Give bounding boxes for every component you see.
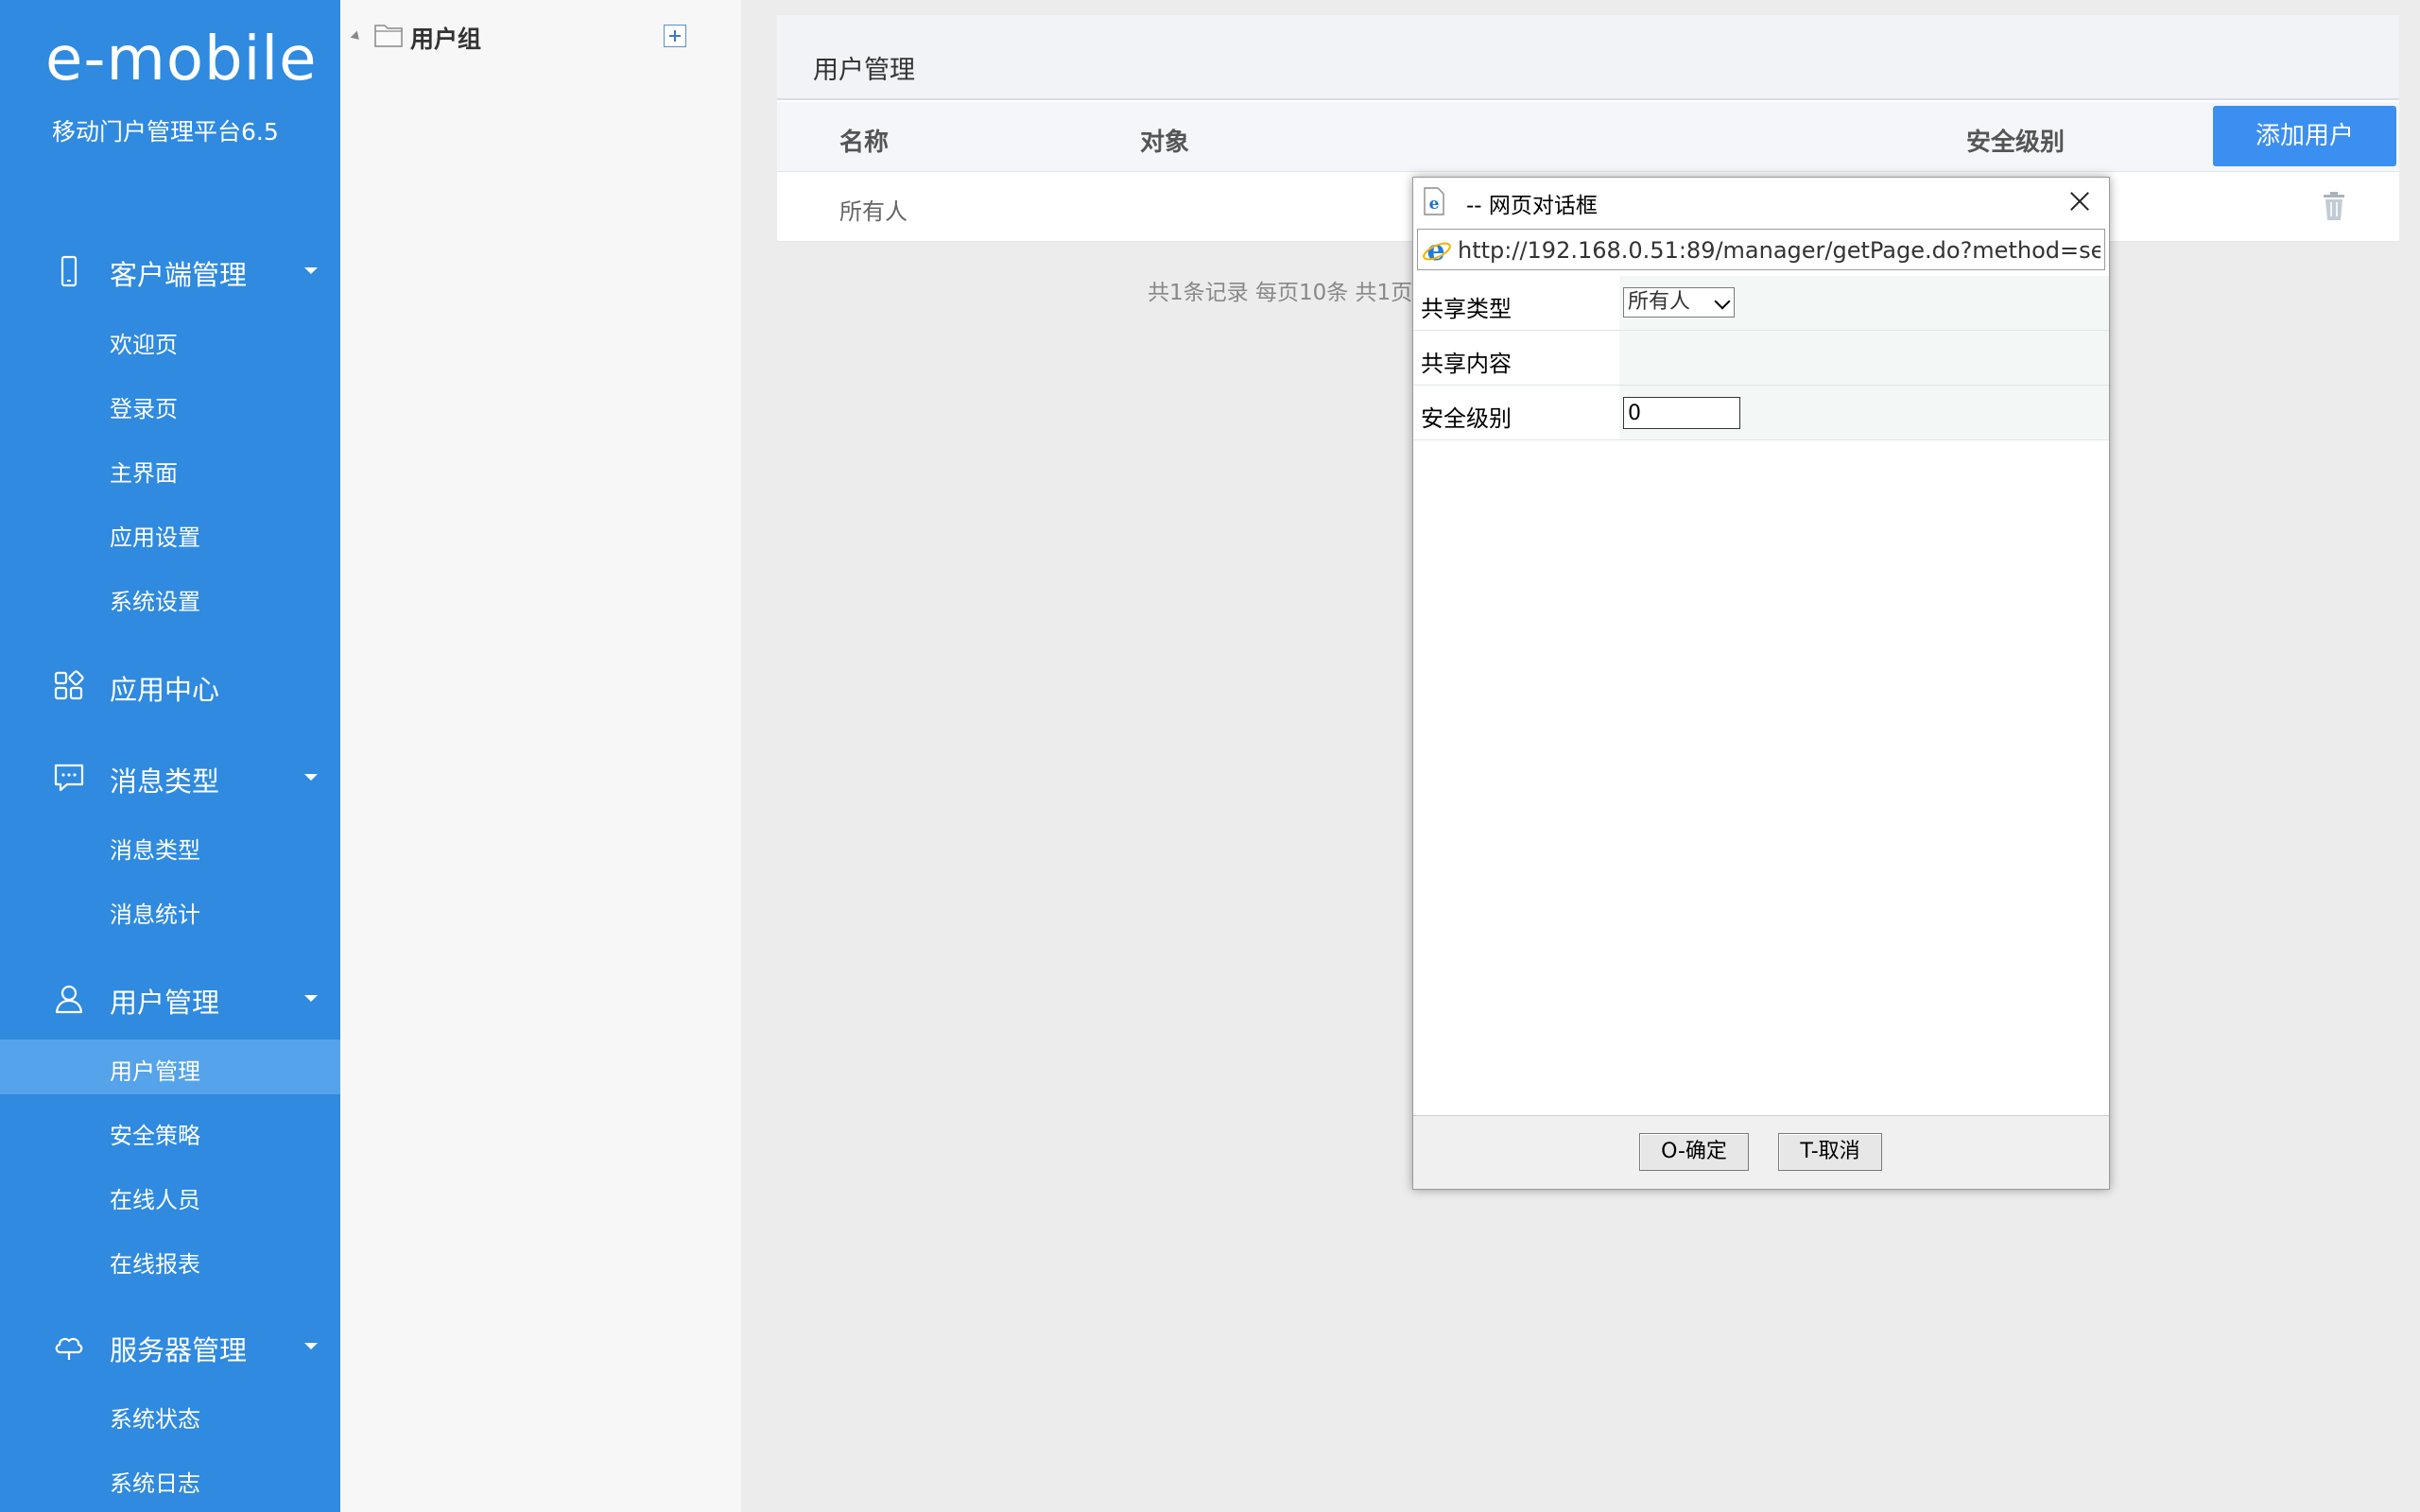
page-title: 用户管理	[813, 56, 915, 85]
nav-item-label: 用户管理	[110, 1058, 200, 1085]
nav-item-main-page[interactable]: 主界面	[0, 441, 340, 496]
dialog-footer: O-确定 T-取消	[1413, 1115, 2109, 1189]
nav-item-app-settings[interactable]: 应用设置	[0, 506, 340, 560]
chevron-down-icon	[304, 267, 318, 274]
share-type-label: 共享类型	[1421, 296, 1512, 322]
nav-item-online-report[interactable]: 在线报表	[0, 1232, 340, 1287]
add-user-button[interactable]: 添加用户	[2213, 106, 2396, 166]
share-type-cell: 所有人	[1619, 276, 2109, 330]
card-header: 用户管理	[777, 15, 2399, 100]
nav-item-user-management[interactable]: 用户管理	[0, 1040, 340, 1094]
app-logo: e-mobile	[45, 25, 318, 94]
dialog-titlebar[interactable]: e -- 网页对话框	[1413, 178, 2109, 225]
apps-grid-icon	[54, 670, 84, 700]
pagination-info: 共1条记录 每页10条 共1页	[1148, 281, 1413, 305]
form-row-share-content: 共享内容	[1413, 331, 2109, 386]
nav-item-security-policy[interactable]: 安全策略	[0, 1104, 340, 1159]
ok-button[interactable]: O-确定	[1639, 1133, 1749, 1171]
nav-item-label: 系统状态	[110, 1406, 200, 1433]
nav-item-welcome-page[interactable]: 欢迎页	[0, 313, 340, 368]
nav-group-label: 应用中心	[110, 674, 220, 706]
nav-item-label: 主界面	[110, 460, 178, 487]
nav-item-message-types[interactable]: 消息类型	[0, 818, 340, 873]
share-content-label: 共享内容	[1421, 351, 1512, 377]
user-group-tree: 用户组	[340, 0, 741, 1512]
nav-item-label: 应用设置	[110, 524, 200, 551]
dialog-url: http://192.168.0.51:89/manager/getPage.d…	[1458, 237, 2100, 264]
nav-item-label: 在线报表	[110, 1251, 200, 1278]
nav-group-label: 服务器管理	[110, 1334, 248, 1366]
nav-item-label: 安全策略	[110, 1123, 200, 1149]
nav-group-user-management[interactable]: 用户管理	[0, 966, 340, 1032]
close-icon[interactable]	[2066, 187, 2094, 215]
tree-node-label: 用户组	[410, 26, 482, 53]
nav-item-online-users[interactable]: 在线人员	[0, 1168, 340, 1223]
app-subtitle: 移动门户管理平台6.5	[52, 118, 279, 146]
nav-item-system-settings[interactable]: 系统设置	[0, 570, 340, 625]
add-group-button[interactable]	[664, 25, 686, 47]
nav-item-label: 消息类型	[110, 837, 200, 864]
form-row-security-level: 安全级别	[1413, 386, 2109, 440]
nav-item-label: 欢迎页	[110, 332, 178, 358]
nav-item-label: 消息统计	[110, 902, 200, 928]
ie-logo-icon: e	[1423, 235, 1451, 266]
sidebar: e-mobile 移动门户管理平台6.5 客户端管理 欢迎页 登录页 主界面 应…	[0, 0, 340, 1512]
nav-item-label: 系统日志	[110, 1470, 200, 1497]
svg-text:e: e	[1426, 235, 1444, 266]
trash-icon[interactable]	[2322, 191, 2346, 221]
table-header: 名称 对象 安全级别	[777, 102, 2399, 172]
nav-group-app-center[interactable]: 应用中心	[0, 653, 340, 719]
nav-item-label: 系统设置	[110, 589, 200, 615]
nav-group-label: 用户管理	[110, 987, 220, 1019]
tree-expand-icon[interactable]	[350, 30, 363, 43]
mobile-phone-icon	[60, 255, 78, 287]
svg-text:e: e	[1429, 195, 1440, 214]
security-level-cell	[1619, 386, 2109, 439]
dialog-title: -- 网页对话框	[1466, 194, 1598, 218]
form-row-share-type: 共享类型 所有人	[1413, 276, 2109, 331]
chevron-down-icon	[304, 1343, 318, 1349]
column-header-security-level: 安全级别	[1966, 129, 2066, 157]
cell-name: 所有人	[839, 198, 908, 225]
security-level-label: 安全级别	[1421, 405, 1512, 432]
chevron-down-icon	[304, 774, 318, 781]
nav-item-label: 在线人员	[110, 1187, 200, 1213]
nav-item-system-status[interactable]: 系统状态	[0, 1387, 340, 1442]
share-type-selected: 所有人	[1628, 290, 1691, 314]
ie-page-icon: e	[1424, 187, 1444, 215]
share-type-select[interactable]: 所有人	[1623, 287, 1735, 318]
tree-node-user-group[interactable]: 用户组	[340, 17, 741, 59]
cancel-button[interactable]: T-取消	[1778, 1133, 1882, 1171]
nav-item-login-page[interactable]: 登录页	[0, 377, 340, 432]
nav-group-label: 客户端管理	[110, 259, 248, 291]
share-content-cell	[1619, 331, 2109, 385]
column-header-name: 名称	[839, 129, 890, 157]
nav-group-client-management[interactable]: 客户端管理	[0, 238, 340, 304]
nav-item-system-log[interactable]: 系统日志	[0, 1452, 340, 1506]
security-level-input[interactable]	[1623, 397, 1740, 429]
nav-group-label: 消息类型	[110, 765, 220, 798]
nav-group-message-types[interactable]: 消息类型	[0, 745, 340, 811]
folder-icon	[374, 25, 403, 47]
nav-item-label: 登录页	[110, 396, 178, 422]
user-icon	[55, 985, 83, 1014]
web-page-dialog: e -- 网页对话框 e http://192.168.0.51:89/mana…	[1412, 177, 2110, 1190]
dialog-address-bar: e http://192.168.0.51:89/manager/getPage…	[1417, 229, 2105, 270]
cloud-icon	[55, 1337, 83, 1360]
column-header-object: 对象	[1140, 129, 1190, 157]
chevron-down-icon	[1714, 293, 1731, 310]
nav-group-server-management[interactable]: 服务器管理	[0, 1314, 340, 1380]
chat-bubble-icon	[54, 764, 84, 792]
nav-item-message-stats[interactable]: 消息统计	[0, 883, 340, 937]
chevron-down-icon	[304, 995, 318, 1002]
